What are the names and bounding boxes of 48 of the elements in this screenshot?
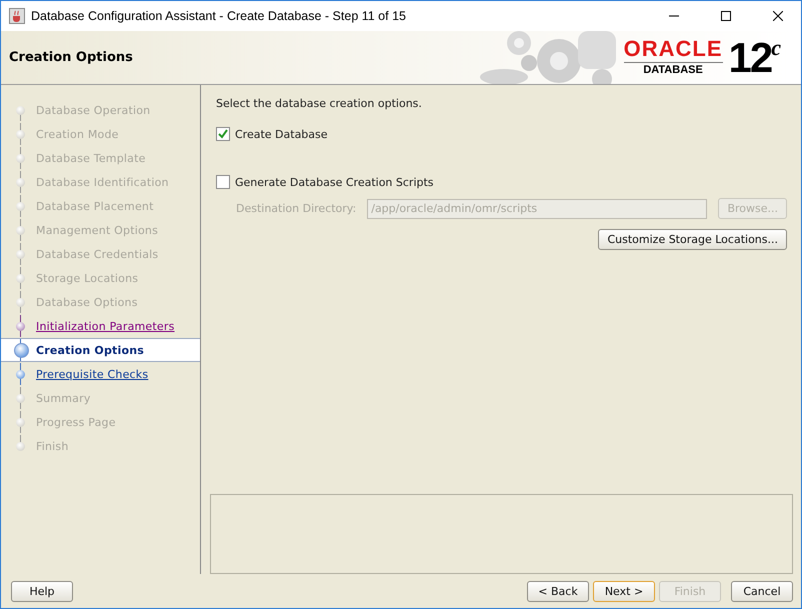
close-icon[interactable] <box>773 11 783 21</box>
step-bullet-icon <box>16 298 25 306</box>
page-title: Creation Options <box>8 50 134 65</box>
step-label: Summary <box>36 392 91 404</box>
logo-brand: ORACLE <box>624 38 723 63</box>
step-bullet-icon <box>16 202 25 210</box>
step-bullet-icon <box>16 154 25 162</box>
wizard-button[interactable]: Help <box>11 580 73 602</box>
step-bullet-icon <box>16 106 25 114</box>
step-label: Progress Page <box>36 416 116 428</box>
step-link[interactable]: Initialization Parameters <box>36 320 175 332</box>
step-label: Management Options <box>36 224 158 236</box>
step-bullet-icon <box>16 274 25 282</box>
step-link[interactable]: Prerequisite Checks <box>36 368 148 380</box>
step-bullet-icon <box>14 342 29 358</box>
create-database-checkbox[interactable]: Create Database <box>216 127 787 141</box>
maximize-icon[interactable] <box>721 11 731 21</box>
instruction-text: Select the database creation options. <box>216 97 423 110</box>
java-cup-icon <box>9 8 25 24</box>
step-bullet-icon <box>16 226 25 234</box>
generate-scripts-checkbox[interactable]: Generate Database Creation Scripts <box>216 175 787 189</box>
step-bullet-icon <box>16 322 25 330</box>
wizard-button[interactable]: Next > <box>593 580 655 602</box>
step-label: Database Operation <box>36 104 150 116</box>
checkmark-icon <box>218 129 228 139</box>
customize-storage-button[interactable]: Customize Storage Locations... <box>598 229 787 250</box>
step-bullet-icon <box>16 418 25 426</box>
step-label: Database Credentials <box>36 248 158 260</box>
step-label: Storage Locations <box>36 272 138 284</box>
step-bullet-icon <box>16 130 25 138</box>
window-title: Database Configuration Assistant - Create Database - Step 11 of 15 <box>31 9 407 23</box>
step-label: Database Identification <box>36 176 169 188</box>
logo-product: DATABASE <box>643 63 703 77</box>
logo-version: 12$^{c}$ <box>728 36 779 78</box>
wizard-button[interactable]: < Back <box>527 580 589 602</box>
step-label: Creation Mode <box>36 128 119 140</box>
step-label: Creation Options <box>36 344 144 356</box>
step-label: Database Placement <box>36 200 154 212</box>
step-bullet-icon <box>16 250 25 258</box>
step-bullet-icon <box>16 178 25 186</box>
step-bullet-icon <box>16 442 25 450</box>
wizard-button[interactable]: Cancel <box>731 580 793 602</box>
step-bullet-icon <box>16 370 25 378</box>
destination-label: Destination Directory: <box>236 202 356 215</box>
step-label: Database Options <box>36 296 138 308</box>
step-label: Database Template <box>36 152 146 164</box>
step-label: Finish <box>36 440 69 452</box>
step-bullet-icon <box>16 394 25 402</box>
